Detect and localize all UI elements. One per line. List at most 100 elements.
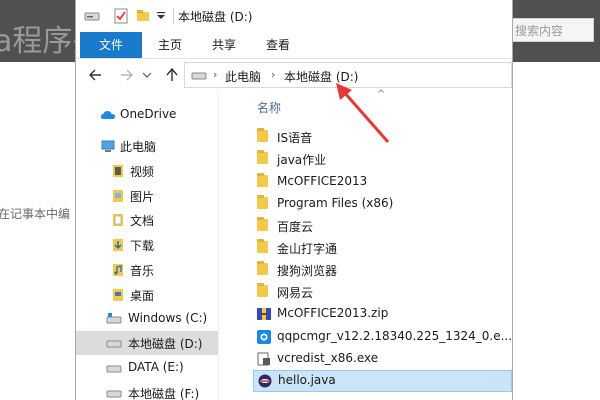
list-item-folder[interactable]: 搜狗浏览器 <box>253 259 512 281</box>
zip-icon <box>257 308 271 320</box>
nav-item-desktop[interactable]: 桌面 <box>76 283 218 307</box>
desktop-folder-icon <box>113 289 123 301</box>
installer-icon <box>257 330 271 344</box>
downloads-folder-icon <box>113 239 123 251</box>
drive-icon <box>106 365 122 373</box>
video-folder-icon <box>113 165 123 177</box>
list-item-file[interactable]: qqpcmgr_v12.2.18340.225_1324_0.e... <box>253 326 512 348</box>
drive-icon <box>106 390 122 398</box>
address-path[interactable]: › 此电脑 › 本地磁盘 (D:) <box>184 62 512 88</box>
list-item-label: 网易云 <box>277 286 314 300</box>
list-item-folder[interactable]: IS语音 <box>253 126 512 148</box>
ribbon-tabs: 文件 主页 共享 查看 <box>76 32 512 59</box>
list-item-label: hello.java <box>278 373 336 387</box>
breadcrumb-chevron-icon[interactable]: › <box>213 68 217 81</box>
up-arrow-icon[interactable] <box>162 65 182 85</box>
breadcrumb-this-pc[interactable]: 此电脑 <box>225 68 261 85</box>
file-list: 名称 ^ IS语音 java作业 McOFFICE2013 Program Fi… <box>219 89 512 400</box>
nav-item-label: 图片 <box>130 190 155 204</box>
navigation-pane: OneDrive 此电脑 视频 图片 文档 下载 音乐 桌面 Windows (… <box>76 91 218 400</box>
drive-icon <box>84 12 100 21</box>
list-item-folder[interactable]: 百度云 <box>253 215 512 237</box>
list-item-folder[interactable]: java作业 <box>253 148 512 170</box>
column-header-name[interactable]: 名称 <box>257 99 281 116</box>
folder-icon <box>257 217 268 231</box>
nav-item-windows-c[interactable]: Windows (C:) <box>76 307 218 331</box>
list-item-file-selected[interactable]: hello.java <box>253 370 512 392</box>
nav-item-videos[interactable]: 视频 <box>76 159 218 183</box>
properties-check-icon[interactable] <box>114 8 128 24</box>
tab-share[interactable]: 共享 <box>198 32 250 58</box>
nav-item-label: 音乐 <box>130 264 155 278</box>
nav-item-data-e[interactable]: DATA (E:) <box>76 356 218 380</box>
tab-view[interactable]: 查看 <box>252 32 304 58</box>
nav-item-this-pc[interactable]: 此电脑 <box>76 134 218 158</box>
list-item-folder[interactable]: McOFFICE2013 <box>253 171 512 193</box>
quick-access-dropdown-icon[interactable] <box>156 12 166 20</box>
java-file-icon <box>258 374 272 388</box>
nav-item-label: 本地磁盘 (D:) <box>128 337 203 351</box>
nav-item-documents[interactable]: 文档 <box>76 208 218 232</box>
nav-item-local-disk-d[interactable]: 本地磁盘 (D:) <box>76 331 218 355</box>
background-search-placeholder: 搜索内容 <box>515 24 564 38</box>
folder-icon <box>257 173 268 187</box>
nav-item-label: 下载 <box>130 239 155 253</box>
list-item-label: 金山打字通 <box>277 242 338 256</box>
explorer-window: 本地磁盘 (D:) 文件 主页 共享 查看 › 此电脑 › 本地磁盘 (D:) <box>76 0 512 400</box>
nav-item-music[interactable]: 音乐 <box>76 258 218 282</box>
tab-file[interactable]: 文件 <box>80 32 142 58</box>
forward-arrow-icon[interactable] <box>116 65 136 85</box>
nav-item-label: Windows (C:) <box>128 311 208 325</box>
background-text: 在记事本中编 <box>0 207 71 221</box>
title-bar: 本地磁盘 (D:) <box>76 0 512 32</box>
folder-icon <box>257 128 268 142</box>
background-search-input[interactable]: 搜索内容 <box>498 18 594 42</box>
nav-item-label: 桌面 <box>130 289 155 303</box>
list-item-file[interactable]: McOFFICE2013.zip <box>253 303 512 325</box>
list-item-label: vcredist_x86.exe <box>277 351 379 365</box>
list-item-label: Program Files (x86) <box>277 196 394 210</box>
folder-icon <box>257 239 268 253</box>
tab-home[interactable]: 主页 <box>144 32 196 58</box>
nav-item-label: DATA (E:) <box>128 360 184 374</box>
breadcrumb-chevron-icon[interactable]: › <box>271 68 275 81</box>
list-item-label: McOFFICE2013 <box>277 174 368 188</box>
folder-icon <box>257 195 268 209</box>
address-bar: › 此电脑 › 本地磁盘 (D:) <box>76 59 512 91</box>
nav-item-label: 文档 <box>130 214 155 228</box>
cloud-icon <box>101 111 115 119</box>
computer-icon <box>101 140 115 152</box>
nav-item-downloads[interactable]: 下载 <box>76 233 218 257</box>
title-separator <box>173 8 174 24</box>
pictures-folder-icon <box>113 190 123 202</box>
list-item-folder[interactable]: 金山打字通 <box>253 237 512 259</box>
nav-item-label: 此电脑 <box>120 140 157 154</box>
documents-folder-icon <box>113 214 123 226</box>
list-item-label: 百度云 <box>277 220 314 234</box>
list-item-label: IS语音 <box>277 131 313 145</box>
nav-item-pictures[interactable]: 图片 <box>76 184 218 208</box>
folder-icon <box>257 283 268 297</box>
drive-icon <box>106 340 122 348</box>
nav-item-label: 视频 <box>130 165 155 179</box>
back-arrow-icon[interactable] <box>86 65 106 85</box>
nav-item-onedrive[interactable]: OneDrive <box>76 103 218 127</box>
list-item-folder[interactable]: Program Files (x86) <box>253 193 512 215</box>
list-item-file[interactable]: vcredist_x86.exe <box>253 348 512 370</box>
list-item-label: java作业 <box>277 153 327 167</box>
exe-icon <box>257 352 270 366</box>
drive-icon <box>191 72 207 80</box>
window-title: 本地磁盘 (D:) <box>178 10 253 24</box>
list-item-label: McOFFICE2013.zip <box>277 306 389 320</box>
breadcrumb-local-disk-d[interactable]: 本地磁盘 (D:) <box>284 68 358 85</box>
nav-item-label: OneDrive <box>120 107 177 121</box>
folder-icon <box>257 150 268 164</box>
new-folder-icon[interactable] <box>136 9 150 22</box>
music-folder-icon <box>113 264 123 276</box>
list-item-label: 搜狗浏览器 <box>277 264 338 278</box>
drive-icon <box>106 313 122 324</box>
recent-locations-chevron-down-icon[interactable] <box>140 65 160 85</box>
list-item-folder[interactable]: 网易云 <box>253 281 512 303</box>
folder-icon <box>257 261 268 275</box>
nav-item-local-disk-f[interactable]: 本地磁盘 (F:) <box>76 381 218 400</box>
